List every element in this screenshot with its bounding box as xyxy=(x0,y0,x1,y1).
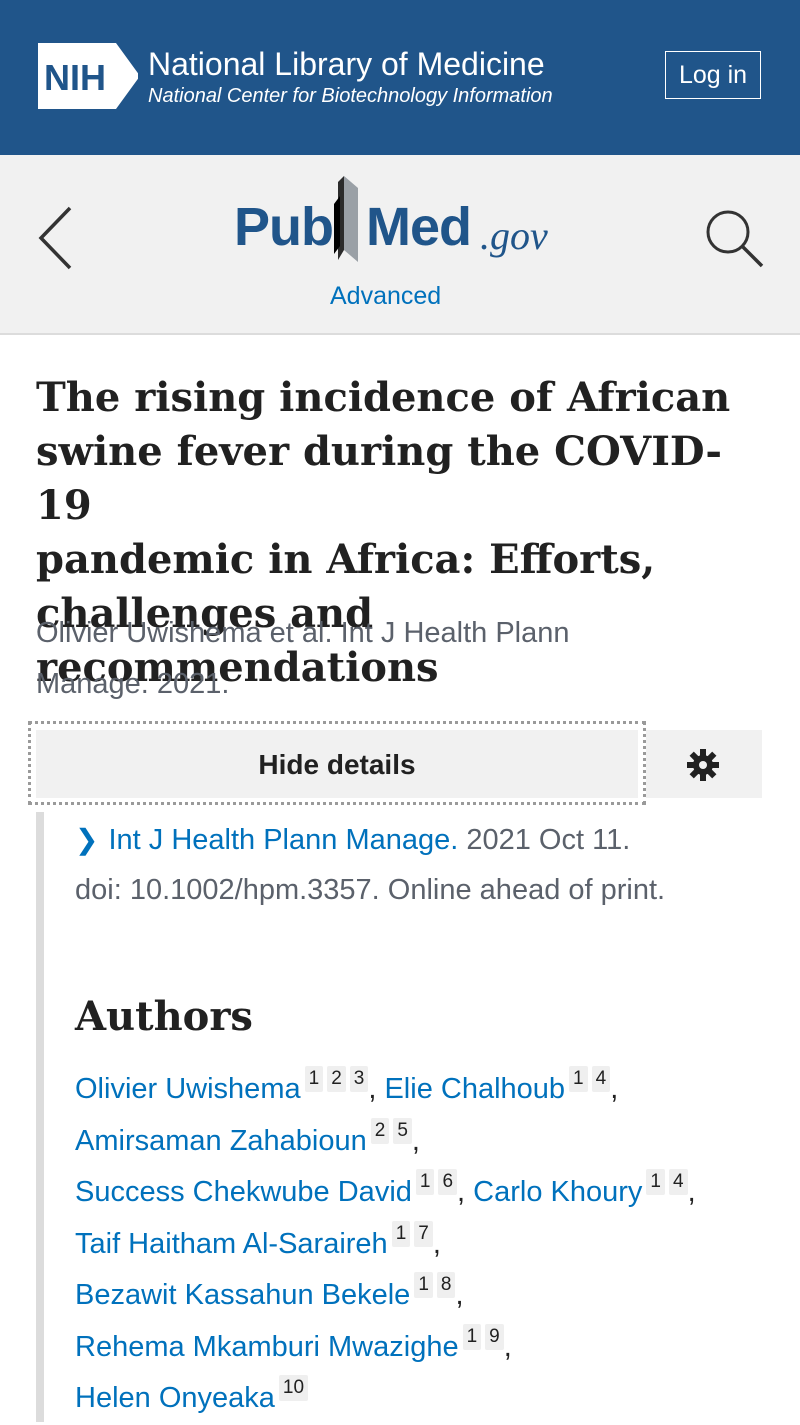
affiliation-badge[interactable]: 6 xyxy=(438,1169,458,1195)
pubmed-logo[interactable]: Pub Med .gov xyxy=(234,176,574,268)
author-line: Helen Onyeaka 10 xyxy=(75,1373,775,1425)
gear-icon xyxy=(687,749,719,781)
author-link[interactable]: Olivier Uwishema xyxy=(75,1073,301,1105)
author-separator: , xyxy=(455,1279,464,1311)
author-link[interactable]: Elie Chalhoub xyxy=(384,1073,565,1105)
author-separator: , xyxy=(503,1330,512,1363)
pubmed-logo-med: Med xyxy=(366,197,472,257)
author-line: Rehema Mkamburi Mwazighe 1 9, xyxy=(75,1322,775,1374)
author-separator: , xyxy=(687,1176,696,1208)
affiliation-badge[interactable]: 1 xyxy=(646,1169,665,1195)
affiliation-badge[interactable]: 1 xyxy=(415,1169,435,1195)
advanced-search-link[interactable]: Advanced xyxy=(330,282,441,311)
search-icon[interactable] xyxy=(702,206,766,270)
affiliation-badge[interactable]: 2 xyxy=(327,1066,346,1092)
title-line: The rising incidence of African xyxy=(36,374,731,421)
author-separator: , xyxy=(411,1124,420,1157)
author-line: Bezawit Kassahun Bekele 1 8, xyxy=(75,1270,775,1322)
title-line: pandemic in Africa: Efforts, xyxy=(36,536,656,583)
author-separator: , xyxy=(368,1073,385,1105)
journal-citation: ❯ Int J Health Plann Manage. 2021 Oct 11.… xyxy=(75,815,765,915)
author-line: Olivier Uwishema 1 2 3, Elie Chalhoub 1 4, xyxy=(75,1064,775,1116)
affiliation-badge[interactable]: 7 xyxy=(414,1220,433,1247)
journal-date: 2021 Oct 11. xyxy=(458,824,631,856)
affiliation-badge[interactable]: 9 xyxy=(485,1323,504,1350)
author-link[interactable]: Bezawit Kassahun Bekele xyxy=(75,1279,410,1311)
author-line: Amirsaman Zahabioun 2 5, xyxy=(75,1116,775,1168)
short-citation: Olivier Uwishema et al. Int J Health Pla… xyxy=(36,608,766,710)
pubmed-logo-gov: .gov xyxy=(480,213,548,258)
nih-title[interactable]: National Library of Medicine xyxy=(148,46,545,83)
author-separator: , xyxy=(432,1227,441,1260)
author-line: Taif Haitham Al-Saraireh 1 7, xyxy=(75,1219,775,1271)
affiliation-badge[interactable]: 10 xyxy=(278,1375,309,1401)
nih-header: NIH National Library of Medicine Nationa… xyxy=(0,0,800,155)
citation-line: Manage. 2021. xyxy=(36,668,230,700)
login-button[interactable]: Log in xyxy=(665,51,761,99)
author-link[interactable]: Carlo Khoury xyxy=(473,1176,642,1208)
author-link[interactable]: Helen Onyeaka xyxy=(75,1382,275,1414)
chevron-left-icon[interactable] xyxy=(36,205,76,271)
doi-text: doi: 10.1002/hpm.3357. Online ahead of p… xyxy=(75,874,666,906)
author-link[interactable]: Taif Haitham Al-Saraireh xyxy=(75,1228,388,1260)
journal-link[interactable]: Int J Health Plann Manage. xyxy=(108,824,458,856)
affiliation-badge[interactable]: 2 xyxy=(370,1117,390,1144)
author-separator: , xyxy=(457,1176,474,1208)
citation-line: Olivier Uwishema et al. Int J Health Pla… xyxy=(36,617,570,649)
authors-heading: Authors xyxy=(75,993,253,1040)
display-options-button[interactable] xyxy=(646,730,762,798)
title-line: swine fever during the COVID-19 xyxy=(36,428,722,529)
hide-details-button[interactable]: Hide details xyxy=(36,730,638,798)
affiliation-badge[interactable]: 3 xyxy=(349,1066,369,1092)
author-link[interactable]: Amirsaman Zahabioun xyxy=(75,1125,367,1157)
affiliation-badge[interactable]: 1 xyxy=(304,1066,324,1092)
nih-logo[interactable]: NIH xyxy=(36,43,138,109)
pubmed-logo-pub: Pub xyxy=(234,197,334,257)
affiliation-badge[interactable]: 1 xyxy=(462,1323,482,1350)
affiliation-badge[interactable]: 1 xyxy=(569,1066,588,1092)
authors-list: Olivier Uwishema 1 2 3, Elie Chalhoub 1 4, Ami… xyxy=(75,1064,775,1425)
author-separator: , xyxy=(610,1073,619,1105)
affiliation-badge[interactable]: 1 xyxy=(391,1220,411,1247)
affiliation-badge[interactable]: 4 xyxy=(669,1169,688,1195)
affiliation-badge[interactable]: 5 xyxy=(393,1117,412,1144)
author-link[interactable]: Rehema Mkamburi Mwazighe xyxy=(75,1331,459,1363)
chevron-right-icon[interactable]: ❯ xyxy=(75,824,98,855)
affiliation-badge[interactable]: 4 xyxy=(591,1066,611,1092)
details-rule xyxy=(36,812,44,1422)
affiliation-badge[interactable]: 8 xyxy=(436,1272,456,1298)
nih-logo-text: NIH xyxy=(44,57,106,98)
author-link[interactable]: Success Chekwube David xyxy=(75,1176,412,1208)
nih-subtitle: National Center for Biotechnology Inform… xyxy=(148,85,553,107)
affiliation-badge[interactable]: 1 xyxy=(414,1272,433,1298)
author-line: Success Chekwube David 1 6, Carlo Khoury 1 4… xyxy=(75,1167,775,1219)
